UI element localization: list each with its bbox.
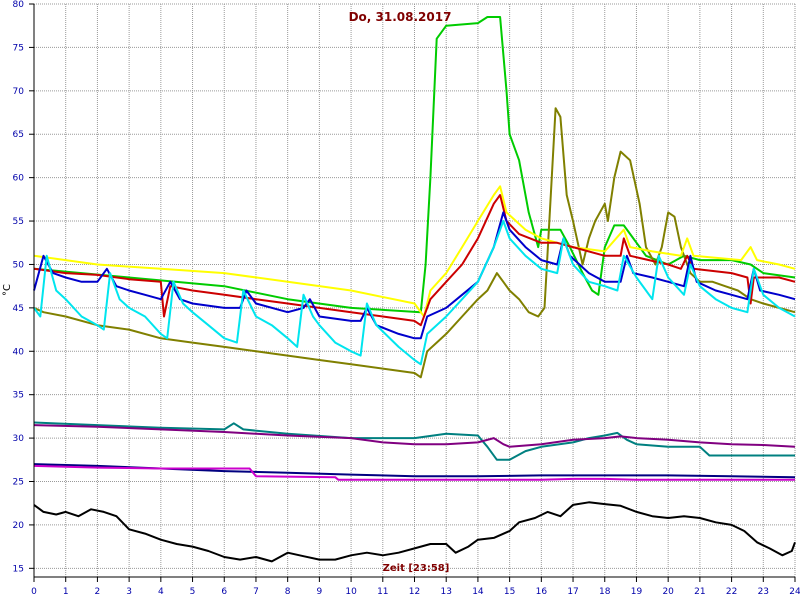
- y-tick-label-2: 25: [13, 478, 24, 488]
- y-tick-label-0: 15: [13, 564, 24, 574]
- y-tick-label-8: 55: [13, 217, 24, 227]
- x-tick-label-7: 7: [253, 587, 259, 597]
- x-axis-label: Zeit [23:58]: [383, 563, 450, 574]
- y-tick-label-3: 30: [13, 434, 25, 444]
- y-tick-label-9: 60: [13, 174, 25, 184]
- x-tick-label-22: 22: [726, 587, 737, 597]
- x-tick-label-23: 23: [758, 587, 769, 597]
- x-axis-tick-labels: 0 1 2 3 4 5 6 7 8 9 10 11 12 13 14 15 16 17 18 19 20 21 22 23 24: [31, 587, 800, 597]
- x-tick-label-17: 17: [567, 587, 578, 597]
- x-tick-label-12: 12: [409, 587, 420, 597]
- y-tick-label-4: 35: [13, 391, 24, 401]
- x-tick-label-2: 2: [95, 587, 101, 597]
- x-tick-label-18: 18: [599, 587, 611, 597]
- x-tick-label-4: 4: [158, 587, 164, 597]
- x-tick-label-5: 5: [190, 587, 196, 597]
- x-tick-label-13: 13: [440, 587, 451, 597]
- x-tick-label-19: 19: [631, 587, 643, 597]
- y-tick-label-11: 70: [13, 87, 25, 97]
- temperature-line-chart: 1520253035404550556065707580 01234567891…: [2, 0, 800, 597]
- x-tick-label-9: 9: [317, 587, 323, 597]
- y-tick-label-10: 65: [13, 130, 24, 140]
- y-tick-label-1: 20: [13, 521, 25, 531]
- y-tick-label-6: 45: [13, 304, 24, 314]
- chart-title: Do, 31.08.2017: [349, 10, 452, 24]
- y-tick-label-7: 50: [13, 260, 25, 270]
- x-tick-label-14: 14: [472, 587, 484, 597]
- x-tick-label-20: 20: [662, 587, 674, 597]
- x-tick-label-0: 0: [31, 587, 37, 597]
- x-tick-label-24: 24: [789, 587, 800, 597]
- x-tick-label-16: 16: [536, 587, 548, 597]
- x-tick-label-3: 3: [126, 587, 132, 597]
- x-tick-label-6: 6: [221, 587, 227, 597]
- y-tick-label-13: 80: [13, 0, 25, 10]
- x-tick-label-1: 1: [63, 587, 69, 597]
- x-tick-label-11: 11: [377, 587, 388, 597]
- y-tick-label-5: 40: [13, 347, 25, 357]
- y-axis-label: °C: [2, 284, 13, 296]
- y-tick-label-12: 75: [13, 43, 24, 53]
- x-tick-label-15: 15: [504, 587, 515, 597]
- x-tick-label-8: 8: [285, 587, 291, 597]
- y-axis-tick-labels: 15 20 25 30 35 40 45 50 55 60 65 70 75 80: [13, 0, 25, 574]
- x-tick-label-10: 10: [345, 587, 357, 597]
- x-tick-label-21: 21: [694, 587, 705, 597]
